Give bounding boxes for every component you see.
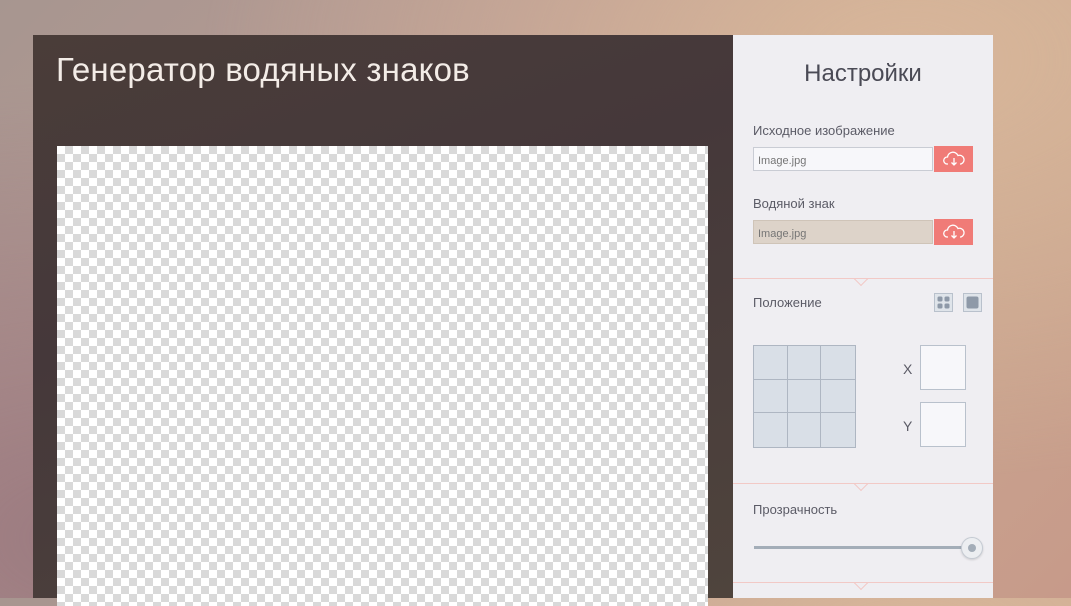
main-area: Генератор водяных знаков xyxy=(33,35,733,606)
divider-notch xyxy=(854,583,868,591)
watermark-input[interactable] xyxy=(753,220,933,244)
cloud-download-icon xyxy=(942,224,965,239)
x-label: X xyxy=(903,361,913,377)
position-label: Положение xyxy=(753,295,822,310)
y-coordinate-input[interactable] xyxy=(920,402,966,447)
source-image-input[interactable] xyxy=(753,147,933,171)
position-cell-middle-left[interactable] xyxy=(754,379,788,414)
position-cell-center[interactable] xyxy=(787,379,822,414)
opacity-label: Прозрачность xyxy=(753,502,838,517)
position-cell-top-right[interactable] xyxy=(821,346,855,380)
position-cell-top-center[interactable] xyxy=(787,346,822,380)
single-mode-button[interactable] xyxy=(963,293,982,312)
image-canvas xyxy=(57,146,708,606)
settings-title: Настройки xyxy=(804,60,922,87)
tile-mode-button[interactable] xyxy=(934,293,953,312)
tile-grid-icon xyxy=(937,296,950,309)
x-coordinate-input[interactable] xyxy=(920,345,966,390)
opacity-slider-thumb[interactable] xyxy=(961,537,983,559)
source-image-upload-button[interactable] xyxy=(934,146,973,172)
watermark-label: Водяной знак xyxy=(753,196,835,211)
single-square-icon xyxy=(966,296,979,309)
divider-notch xyxy=(854,279,868,287)
cloud-download-icon xyxy=(942,151,965,166)
position-cell-middle-right[interactable] xyxy=(821,380,855,414)
y-label: Y xyxy=(903,418,913,434)
opacity-slider-track[interactable] xyxy=(754,546,972,549)
app-title: Генератор водяных знаков xyxy=(56,51,470,88)
position-cell-bottom-left[interactable] xyxy=(754,413,788,447)
settings-panel: Настройки Исходное изображение Водяной з… xyxy=(733,35,993,598)
position-cell-bottom-right[interactable] xyxy=(821,413,855,447)
position-cell-top-left[interactable] xyxy=(754,346,788,380)
position-grid xyxy=(753,345,856,448)
source-image-label: Исходное изображение xyxy=(753,123,895,138)
position-cell-bottom-center[interactable] xyxy=(788,413,822,447)
divider-notch xyxy=(854,484,868,492)
watermark-upload-button[interactable] xyxy=(934,219,973,245)
